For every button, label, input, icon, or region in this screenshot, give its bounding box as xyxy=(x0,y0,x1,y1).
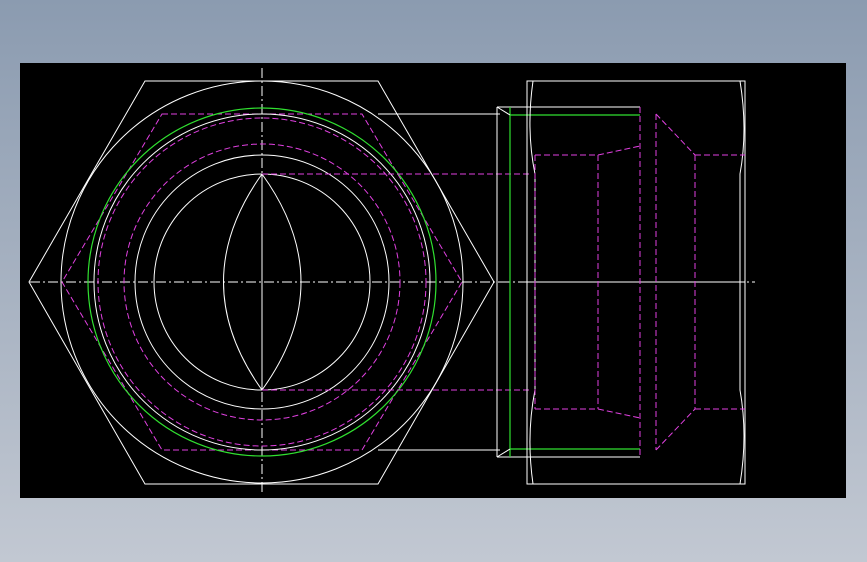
cad-drawing xyxy=(0,0,867,562)
cad-viewport[interactable] xyxy=(0,0,867,562)
drawing-canvas xyxy=(20,63,846,498)
